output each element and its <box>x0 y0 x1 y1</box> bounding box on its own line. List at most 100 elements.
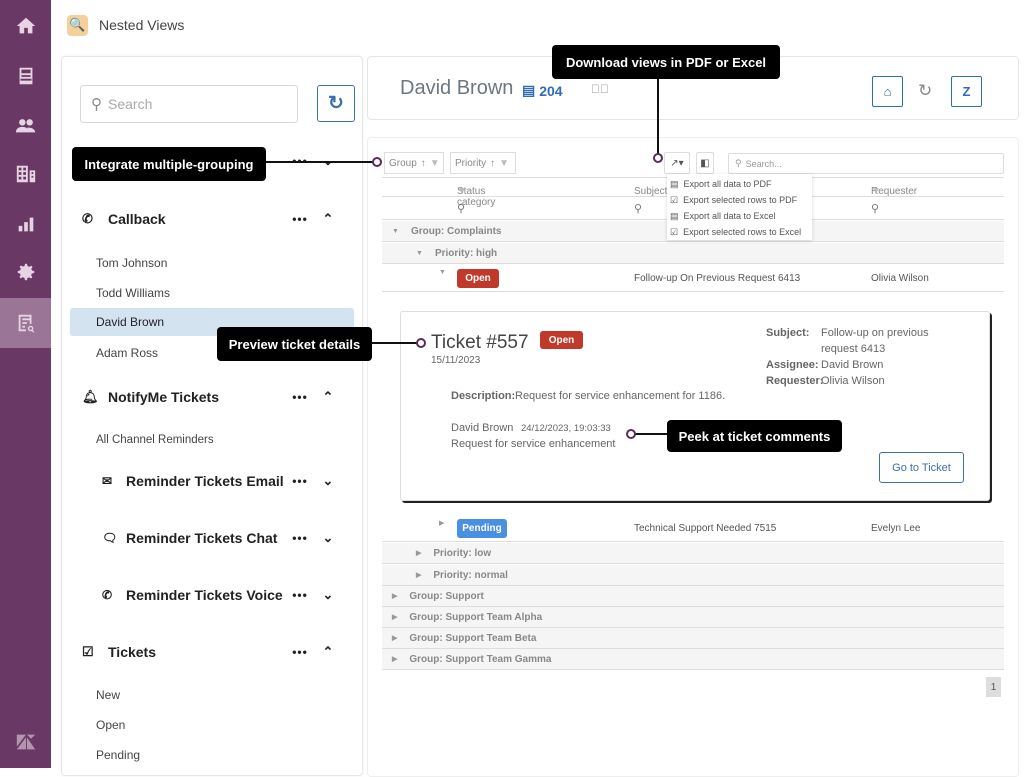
group-row[interactable]: ▶ Priority: low <box>382 543 1004 564</box>
more-icon[interactable]: ••• <box>286 645 314 659</box>
view-label: Tom Johnson <box>96 256 168 270</box>
search-icon[interactable]: ⚲ <box>457 202 465 215</box>
more-icon[interactable]: ••• <box>286 531 314 545</box>
caret-right-icon: ▶ <box>392 635 398 642</box>
page-button[interactable]: 1 <box>986 677 1001 697</box>
filter-icon[interactable]: ▼ <box>457 186 467 197</box>
view-item[interactable]: Pending <box>70 741 354 769</box>
view-item[interactable]: New <box>70 681 354 709</box>
search-icon[interactable]: ⚲ <box>871 202 879 215</box>
more-icon[interactable]: ••• <box>286 588 314 602</box>
building-icon <box>16 165 35 183</box>
export-all-excel[interactable]: ▤ Export all data to Excel <box>667 208 812 224</box>
rail-reporting[interactable] <box>0 200 51 248</box>
callout-dot <box>372 157 382 167</box>
rail-customers[interactable] <box>0 102 51 150</box>
bar-chart-icon <box>18 217 33 232</box>
group-label: Group: Support Team Alpha <box>409 611 543 623</box>
caret-right-icon[interactable]: ▶ <box>439 519 444 527</box>
zendesk-icon: Z <box>962 84 971 99</box>
group-label: Group: Complaints <box>410 225 502 237</box>
comment-time: 24/12/2023, 19:03:33 <box>521 423 611 434</box>
chevron-up-icon[interactable]: ⌃ <box>314 389 342 405</box>
rail-zendesk[interactable] <box>0 718 51 766</box>
view-item[interactable]: All Channel Reminders <box>70 426 354 454</box>
status-badge: Open <box>540 331 583 349</box>
group-row[interactable]: ▶ Group: Support Team Alpha <box>382 607 1004 628</box>
home-button[interactable]: ⌂ <box>872 76 903 107</box>
section-label: Tickets <box>108 644 156 660</box>
group-chip-priority[interactable]: Priority ↑ ▼ <box>450 152 516 174</box>
requester-cell: Olivia Wilson <box>871 273 929 284</box>
search-icon: ⚲ <box>735 158 742 168</box>
column-chooser-button[interactable]: ◧ <box>696 152 714 174</box>
subsection-label: Reminder Tickets Email <box>126 473 284 489</box>
subsection-chat[interactable]: 🗨︎ Reminder Tickets Chat ••• ⌄ <box>102 530 342 546</box>
chip-label: Priority <box>455 157 487 169</box>
views-search-input[interactable]: ⚲ Search <box>80 85 298 123</box>
envelope-icon: ✉ <box>102 474 113 488</box>
export-selected-pdf[interactable]: ☑ Export selected rows to PDF <box>667 192 812 208</box>
sort-asc-icon[interactable]: ↑ <box>490 158 495 169</box>
section-tickets[interactable]: ☑ Tickets ••• ⌃ <box>82 644 342 660</box>
rail-admin[interactable] <box>0 248 51 296</box>
more-icon[interactable]: ••• <box>286 390 314 404</box>
chevron-up-icon[interactable]: ⌃ <box>314 644 342 660</box>
subsection-voice[interactable]: ✆ Reminder Tickets Voice ••• ⌄ <box>102 587 342 603</box>
requester-label: Requester: <box>766 375 824 387</box>
refresh-button[interactable]: ↻ <box>918 81 932 101</box>
chevron-down-icon[interactable]: ⌄ <box>314 587 342 603</box>
table-row[interactable]: ▼ Open Follow-up On Previous Request 641… <box>382 265 1004 292</box>
section-callback[interactable]: ✆ Callback ••• ⌃ <box>82 211 342 227</box>
grid-search-input[interactable]: ⚲ Search... <box>728 153 1004 174</box>
search-icon[interactable]: ⚲ <box>634 202 642 215</box>
chevron-down-icon[interactable]: ⌄ <box>314 473 342 489</box>
section-label: NotifyMe Tickets <box>108 389 219 405</box>
view-item[interactable]: Tom Johnson <box>70 249 354 277</box>
refresh-views-button[interactable]: ↻ <box>317 85 355 122</box>
caret-down-icon[interactable]: ▼ <box>439 269 446 276</box>
rail-views[interactable] <box>0 52 51 100</box>
chat-icon: 🗨︎ <box>102 531 118 545</box>
subsection-email[interactable]: ✉ Reminder Tickets Email ••• ⌄ <box>102 473 342 489</box>
description-label: Description: <box>451 390 516 402</box>
filter-icon[interactable]: ▼ <box>871 186 881 197</box>
inbox-icon <box>19 67 32 85</box>
chevron-up-icon[interactable]: ⌃ <box>314 211 342 227</box>
assignee-value: David Brown <box>821 359 884 371</box>
group-chip-group[interactable]: Group ↑ ▼ <box>384 152 444 174</box>
export-button[interactable]: ↗▾ <box>664 152 690 174</box>
export-selected-excel[interactable]: ☑ Export selected rows to Excel <box>667 224 812 240</box>
group-row[interactable]: ▶ Priority: normal <box>382 565 1004 586</box>
more-icon[interactable]: ••• <box>286 212 314 226</box>
group-row[interactable]: ▶ Group: Support Team Gamma <box>382 649 1004 670</box>
column-label: Subject <box>634 186 668 197</box>
group-row[interactable]: ▼ Priority: high <box>382 243 1004 264</box>
zendesk-button[interactable]: Z <box>951 76 982 107</box>
group-row[interactable]: ▶ Group: Support Team Beta <box>382 628 1004 649</box>
status-badge: Pending <box>457 519 507 538</box>
go-to-ticket-button[interactable]: Go to Ticket <box>879 452 964 483</box>
rail-home[interactable] <box>0 2 51 50</box>
columns-icon: ◧ <box>700 157 710 169</box>
subject-cell: Technical Support Needed 7515 <box>634 523 777 534</box>
chevron-down-icon[interactable]: ⌄ <box>314 530 342 546</box>
view-item[interactable]: Todd Williams <box>70 279 354 307</box>
section-notifyme[interactable]: 🔔︎ NotifyMe Tickets ••• ⌃ <box>82 389 342 405</box>
phone-icon: ✆ <box>102 588 113 602</box>
group-row[interactable]: ▶ Group: Support <box>382 586 1004 607</box>
caret-right-icon: ▶ <box>392 614 398 621</box>
filter-icon[interactable]: ▼ <box>430 158 440 169</box>
more-icon[interactable]: ••• <box>286 474 314 488</box>
sort-asc-icon[interactable]: ↑ <box>421 158 426 169</box>
rail-nested-views[interactable] <box>0 298 51 348</box>
export-all-pdf[interactable]: ▤ Export all data to PDF <box>667 176 812 192</box>
filter-icon[interactable]: ▼ <box>499 158 509 169</box>
view-label: New <box>96 688 121 702</box>
view-item[interactable]: Open <box>70 711 354 739</box>
group-label: Group: Support Team Gamma <box>409 653 552 665</box>
grid-toolbar: Group ↑ ▼ Priority ↑ ▼ ↗▾ ◧ ⚲ Search... <box>382 152 1004 176</box>
rail-organizations[interactable] <box>0 150 51 198</box>
subject-cell: Follow-up On Previous Request 6413 <box>634 273 801 284</box>
table-row[interactable]: ▶ Pending Technical Support Needed 7515 … <box>382 515 1004 542</box>
